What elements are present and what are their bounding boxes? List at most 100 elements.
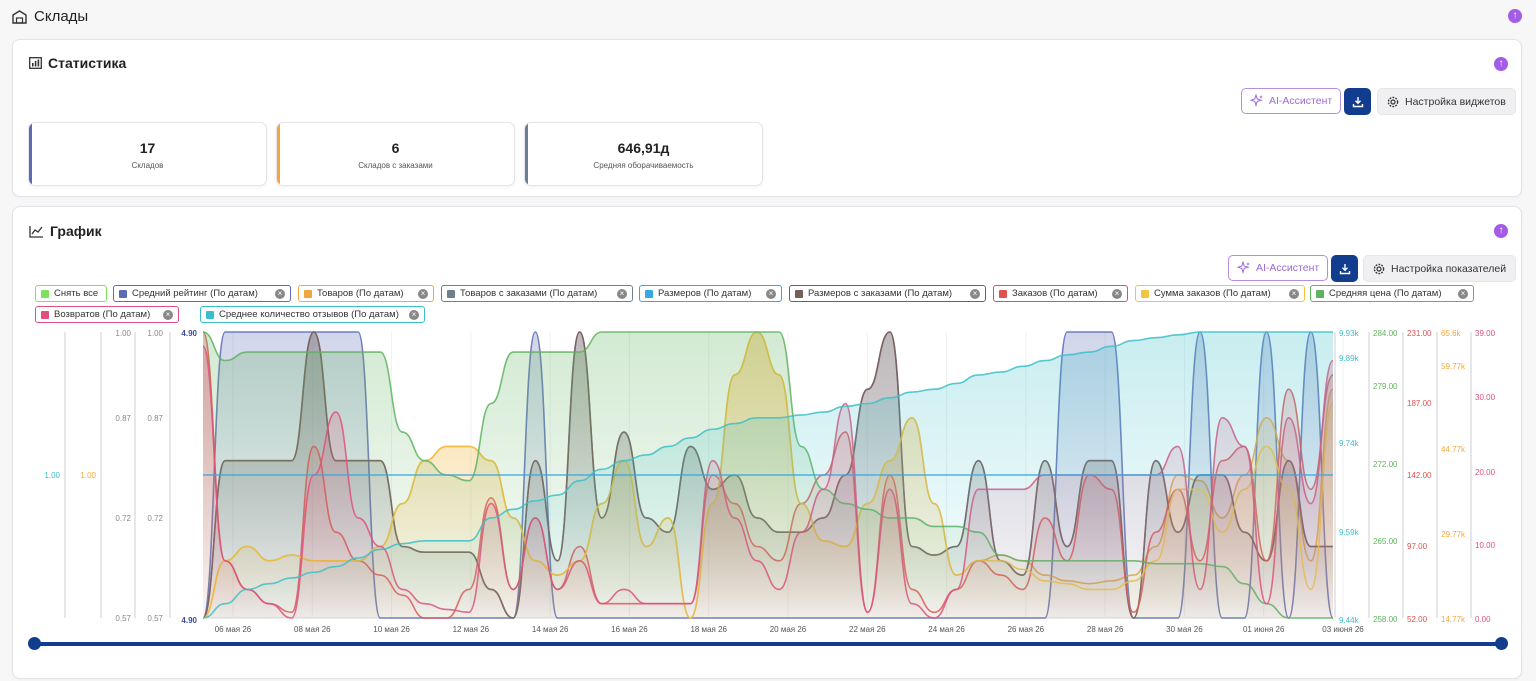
date-range-end-handle[interactable] xyxy=(1495,637,1508,650)
y-tick-label: 1.00 xyxy=(80,471,96,480)
x-tick-label: 30 мая 26 xyxy=(1166,625,1203,634)
legend-item[interactable]: Снять все xyxy=(35,285,107,302)
series-area xyxy=(203,332,1333,618)
remove-series-icon[interactable]: × xyxy=(766,288,776,299)
stats-card: Статистика ↑ AI-Ассистент Настройка видж… xyxy=(12,39,1522,197)
legend-label: Средний рейтинг (По датам) xyxy=(132,288,258,299)
legend-item[interactable]: Средняя цена (По датам) × xyxy=(1310,285,1474,302)
date-range-start-handle[interactable] xyxy=(28,637,41,650)
collapse-stats-button[interactable]: ↑ xyxy=(1494,57,1508,71)
y-tick-label: 258.00 xyxy=(1373,615,1398,624)
stats-ai-assistant-label: AI-Ассистент xyxy=(1269,95,1333,107)
y-tick-label: 1.00 xyxy=(115,329,131,338)
remove-series-icon[interactable]: × xyxy=(617,288,627,299)
stat-label: Средняя оборачиваемость xyxy=(593,161,694,170)
remove-series-icon[interactable]: × xyxy=(275,288,285,299)
stats-ai-assistant-button[interactable]: AI-Ассистент xyxy=(1241,88,1342,114)
remove-series-icon[interactable]: × xyxy=(409,309,419,320)
legend-item[interactable]: Возвратов (По датам) × xyxy=(35,306,179,323)
sparkle-icon xyxy=(1237,261,1250,275)
legend-label: Сумма заказов (По датам) xyxy=(1154,288,1271,299)
series-area xyxy=(203,332,1333,618)
stat-value: 646,91д xyxy=(617,140,670,156)
stat-tile-warehouses-with-orders: 6 Складов с заказами xyxy=(276,122,515,186)
legend-swatch xyxy=(41,289,49,298)
sparkle-icon xyxy=(1250,94,1263,108)
chart-ai-assistant-label: AI-Ассистент xyxy=(1256,262,1320,274)
legend-swatch xyxy=(1316,289,1324,298)
legend-item[interactable]: Средний рейтинг (По датам) × xyxy=(113,285,291,302)
collapse-chart-button[interactable]: ↑ xyxy=(1494,224,1508,238)
legend-item[interactable]: Размеров с заказами (По датам) × xyxy=(789,285,986,302)
x-tick-label: 22 мая 26 xyxy=(849,625,886,634)
page-header: Склады ↑ xyxy=(0,0,1536,34)
legend-item[interactable]: Товаров с заказами (По датам) × xyxy=(441,285,633,302)
y-tick-label: 52.00 xyxy=(1407,615,1428,624)
chart-download-button[interactable] xyxy=(1331,255,1358,282)
y-tick-label: 65.6k xyxy=(1441,329,1462,338)
legend-label: Размеров (По датам) xyxy=(658,288,752,299)
y-tick-label: 9.59k xyxy=(1339,528,1360,537)
legend-item[interactable]: Среднее количество отзывов (По датам) × xyxy=(200,306,425,323)
legend-label: Заказов (По датам) xyxy=(1012,288,1098,299)
legend-swatch xyxy=(206,310,214,319)
series-area xyxy=(203,332,1333,618)
legend-label: Среднее количество отзывов (По датам) xyxy=(219,309,399,320)
legend-item[interactable]: Размеров (По датам) × xyxy=(639,285,782,302)
legend-item[interactable]: Товаров (По датам) × xyxy=(298,285,434,302)
y-tick-label: 0.87 xyxy=(115,414,131,423)
series-line xyxy=(202,331,1333,619)
x-tick-label: 18 мая 26 xyxy=(690,625,727,634)
y-tick-label: 9.93k xyxy=(1339,329,1360,338)
stat-tile-warehouses: 17 Складов xyxy=(28,122,267,186)
series-line xyxy=(202,331,1333,619)
series-line xyxy=(202,345,1334,619)
series-line xyxy=(202,331,1333,619)
x-tick-label: 01 июня 26 xyxy=(1243,625,1285,634)
y-tick-label: 0.00 xyxy=(1475,615,1491,624)
y-tick-label: 10.00 xyxy=(1475,541,1496,550)
x-tick-label: 14 мая 26 xyxy=(532,625,569,634)
remove-series-icon[interactable]: × xyxy=(1289,288,1299,299)
stats-download-button[interactable] xyxy=(1344,88,1371,115)
legend-label: Снять все xyxy=(54,288,99,299)
chart-card: График ↑ AI-Ассистент Настройка показате… xyxy=(12,206,1522,679)
x-tick-label: 12 мая 26 xyxy=(453,625,490,634)
stat-value: 6 xyxy=(391,140,400,156)
y-tick-label: 39.00 xyxy=(1475,329,1496,338)
series-area xyxy=(203,332,1333,618)
chart-ai-assistant-button[interactable]: AI-Ассистент xyxy=(1228,255,1329,281)
legend-item[interactable]: Заказов (По датам) × xyxy=(993,285,1128,302)
date-range-slider[interactable] xyxy=(28,637,1508,650)
metrics-settings-button[interactable]: Настройка показателей xyxy=(1363,255,1517,282)
page-title-text: Склады xyxy=(34,8,89,25)
y-tick-label: 0.72 xyxy=(115,514,131,523)
remove-series-icon[interactable]: × xyxy=(970,288,980,299)
remove-series-icon[interactable]: × xyxy=(163,309,173,320)
legend-swatch xyxy=(795,289,803,298)
gear-icon xyxy=(1387,96,1399,107)
stat-tile-turnover: 646,91д Средняя оборачиваемость xyxy=(524,122,763,186)
x-tick-label: 20 мая 26 xyxy=(770,625,807,634)
series-line xyxy=(202,331,1334,619)
y-tick-label: 9.74k xyxy=(1339,439,1360,448)
widget-settings-button[interactable]: Настройка виджетов xyxy=(1377,88,1516,115)
remove-series-icon[interactable]: × xyxy=(1458,288,1468,299)
bar-chart-icon xyxy=(29,57,42,69)
line-chart-icon xyxy=(29,225,43,238)
legend-label: Средняя цена (По датам) xyxy=(1329,288,1442,299)
legend-item[interactable]: Сумма заказов (По датам) × xyxy=(1135,285,1305,302)
legend-label: Товаров с заказами (По датам) xyxy=(460,288,598,299)
remove-series-icon[interactable]: × xyxy=(1112,288,1122,299)
legend-swatch xyxy=(447,289,455,298)
y-tick-label: 142.00 xyxy=(1407,471,1432,480)
collapse-page-button[interactable]: ↑ xyxy=(1508,9,1522,23)
legend-swatch xyxy=(304,289,312,298)
chart-card-title: График xyxy=(29,223,102,239)
chart-card-title-text: График xyxy=(50,223,102,239)
y-tick-label: 0.57 xyxy=(115,614,131,623)
x-tick-label: 03 июня 26 xyxy=(1322,625,1364,634)
remove-series-icon[interactable]: × xyxy=(418,288,428,299)
y-tick-label: 0.87 xyxy=(147,414,163,423)
download-icon xyxy=(1352,96,1363,107)
